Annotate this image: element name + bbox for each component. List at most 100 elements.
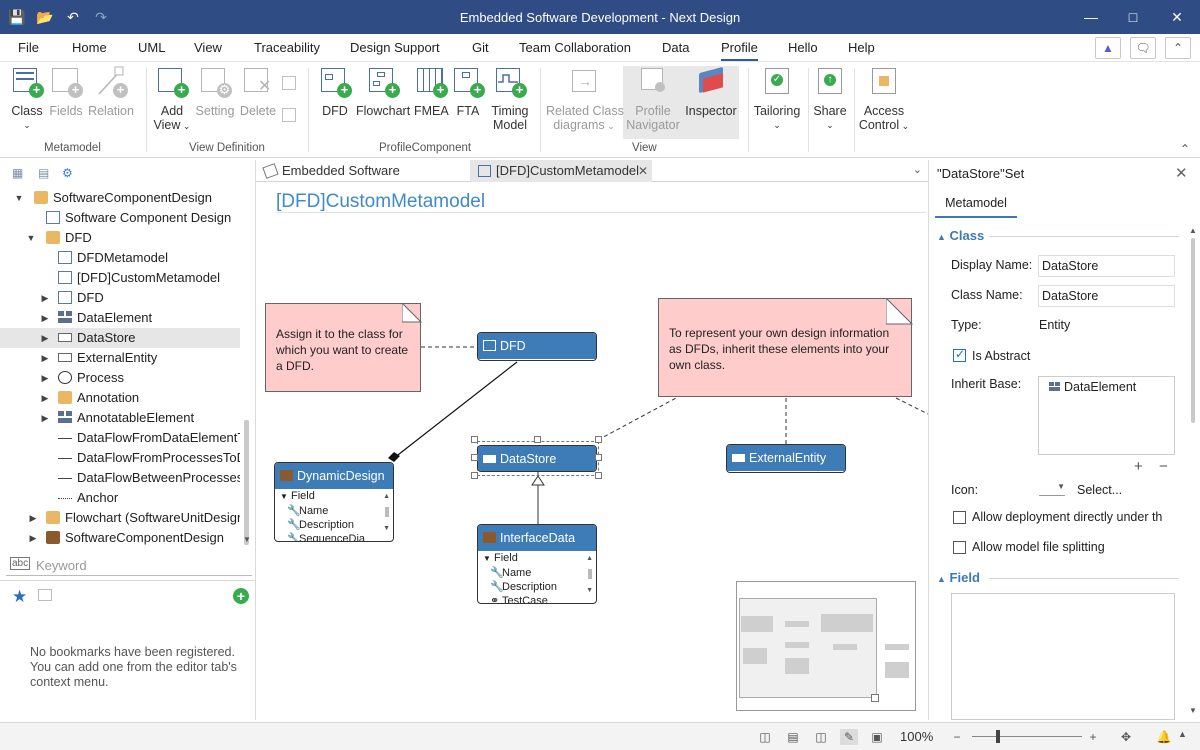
allow-deployment-checkbox[interactable] (953, 511, 966, 524)
class-name-field[interactable]: DataStore (1038, 285, 1175, 307)
note-left[interactable]: Assign it to the class for which you wan… (265, 303, 421, 392)
tab-metamodel[interactable]: Metamodel (935, 196, 1017, 218)
maximize-button[interactable]: □ (1118, 6, 1148, 28)
tree-item[interactable]: ▶ AnnotatableElement (0, 408, 240, 428)
add-inherit-base-button[interactable]: + (1134, 458, 1143, 475)
remove-inherit-base-button[interactable]: − (1159, 458, 1168, 475)
scroll-up-icon[interactable]: ▲ (586, 555, 593, 562)
minimize-button[interactable]: — (1076, 6, 1106, 28)
fit-to-window-icon[interactable]: ▣ (868, 729, 886, 745)
move-icon[interactable]: ✥ (1117, 729, 1135, 745)
close-window-button[interactable]: ✕ (1162, 6, 1192, 28)
collapse-ribbon-icon[interactable]: ⌃ (1180, 142, 1190, 156)
tree-settings-icon[interactable]: ⚙ (62, 166, 78, 180)
fta-button[interactable]: + FTA (452, 66, 485, 118)
menu-hello[interactable]: Hello (788, 40, 818, 55)
node-external-entity[interactable]: ExternalEntity (726, 444, 846, 473)
notification-bell-icon[interactable]: 🔔 (1155, 729, 1173, 745)
resize-handle[interactable] (534, 436, 541, 443)
menu-file[interactable]: File (18, 40, 39, 55)
chevron-right-icon[interactable]: ▶ (40, 348, 50, 368)
share-button[interactable]: ↑ Share ⌄ (812, 66, 848, 132)
menu-team-collaboration[interactable]: Team Collaboration (519, 40, 631, 55)
field-list[interactable] (951, 593, 1175, 720)
menu-git[interactable]: Git (472, 40, 489, 55)
tailoring-button[interactable]: ✓ Tailoring ⌄ (752, 66, 802, 132)
resize-handle[interactable] (595, 454, 602, 461)
profile-navigator-button[interactable]: Profile Navigator (626, 66, 680, 132)
zoom-slider-thumb[interactable] (996, 730, 1000, 743)
close-inspector-icon[interactable]: ✕ (1175, 164, 1188, 182)
icon-select-link[interactable]: Select... (1077, 483, 1122, 497)
add-view-button[interactable]: + Add View ⌄ (152, 66, 192, 133)
allow-splitting-checkbox[interactable] (953, 541, 966, 554)
class-button[interactable]: + Class ⌄ (8, 66, 46, 132)
menu-design-support[interactable]: Design Support (350, 40, 440, 55)
is-abstract-checkbox[interactable]: ✓ (953, 347, 966, 362)
tree-item[interactable]: ▼ SoftwareComponentDesign (0, 188, 240, 208)
resize-handle[interactable] (595, 436, 602, 443)
tree-item[interactable]: ▶ DFD (0, 288, 240, 308)
fmea-button[interactable]: + FMEA (414, 66, 449, 118)
scroll-down-icon[interactable]: ▼ (1189, 706, 1197, 715)
tree-item[interactable]: ▶ DataElement (0, 308, 240, 328)
tree-item[interactable]: DataFlowFromProcessesToDataE (0, 448, 240, 468)
chevron-right-icon[interactable]: ▶ (40, 388, 50, 408)
scroll-down-icon[interactable]: ▼ (586, 587, 593, 594)
chevron-down-icon[interactable]: ▼ (26, 228, 36, 248)
minimap-resize-handle[interactable] (871, 694, 879, 702)
close-tab-icon[interactable]: ✕ (638, 160, 648, 182)
tab-dfd-custommetamodel[interactable]: [DFD]CustomMetamodel ✕ (470, 160, 652, 182)
zoom-out-icon[interactable]: − (948, 729, 966, 745)
search-input[interactable]: abc Keyword (6, 554, 252, 576)
tree-collapse-icon[interactable]: ▤ (38, 166, 54, 180)
layout-horizontal-icon[interactable]: ▤ (784, 729, 802, 745)
scroll-down-icon[interactable]: ▼ (383, 525, 390, 532)
tree-item[interactable]: Software Component Design (0, 208, 240, 228)
access-control-button[interactable]: Access Control ⌄ (858, 66, 910, 133)
star-icon[interactable]: ★ (12, 587, 27, 607)
inspector-button[interactable]: Inspector (684, 66, 738, 118)
inspector-scrollbar[interactable] (1191, 238, 1195, 423)
tree-item[interactable]: Anchor (0, 488, 240, 508)
resize-handle[interactable] (595, 472, 602, 479)
tree-view-icon[interactable]: ▦ (12, 166, 28, 180)
icon-preview-dropdown[interactable]: ▼ (1039, 482, 1065, 496)
scroll-up-icon[interactable]: ▲ (383, 493, 390, 500)
tree-item[interactable]: ▶ Flowchart (SoftwareUnitDesign) (0, 508, 240, 528)
node-dfd[interactable]: DFD (477, 332, 597, 361)
display-name-field[interactable]: DataStore (1038, 255, 1175, 277)
section-class[interactable]: ▲ Class (937, 228, 984, 243)
tree-item[interactable]: ▶ Process (0, 368, 240, 388)
chevron-right-icon[interactable]: ▶ (40, 308, 50, 328)
resize-handle[interactable] (471, 436, 478, 443)
tree-scrollbar[interactable] (244, 420, 249, 545)
tree-item[interactable]: DataFlowFromDataElementTo (0, 428, 240, 448)
chevron-up-icon[interactable]: ▲ (1178, 729, 1187, 739)
menu-data[interactable]: Data (662, 40, 689, 55)
dfd-button[interactable]: + DFD (318, 66, 352, 118)
flowchart-button[interactable]: + Flowchart (356, 66, 410, 118)
chevron-right-icon[interactable]: ▶ (40, 328, 50, 348)
menu-profile[interactable]: Profile (721, 40, 758, 61)
menu-home[interactable]: Home (72, 40, 107, 55)
comment-icon[interactable]: 🗨 (1130, 37, 1156, 59)
timing-model-button[interactable]: + Timing Model (490, 66, 530, 132)
diagram-canvas[interactable]: [DFD]CustomMetamodel Assign it to the cl… (256, 182, 928, 720)
tab-list-chevron-icon[interactable]: ⌄ (913, 163, 922, 176)
chevron-right-icon[interactable]: ▶ (40, 408, 50, 428)
section-field[interactable]: ▲ Field (937, 570, 980, 585)
node-scrollbar[interactable] (588, 569, 592, 579)
menu-help[interactable]: Help (848, 40, 875, 55)
tree-item[interactable]: ▶ SoftwareComponentDesign (0, 528, 240, 548)
node-datastore[interactable]: DataStore (477, 445, 597, 472)
tree-item[interactable]: ▶ Annotation (0, 388, 240, 408)
minimap[interactable] (736, 581, 916, 711)
add-bookmark-icon[interactable]: + (233, 588, 249, 604)
chevron-right-icon[interactable]: ▶ (28, 528, 38, 548)
node-dynamic-design[interactable]: DynamicDesign ▼ Field 🔧 Name 🔧 Description… (274, 462, 394, 542)
menu-uml[interactable]: UML (138, 40, 165, 55)
edit-mode-icon[interactable]: ✎ (840, 729, 858, 745)
ai-assistant-icon[interactable]: ▲ (1095, 37, 1121, 59)
tree-item[interactable]: DataFlowBetweenProcesses (0, 468, 240, 488)
